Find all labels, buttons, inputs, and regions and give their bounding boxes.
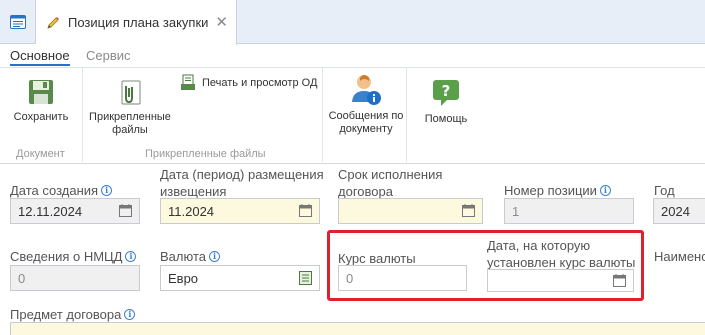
ribbon-tab-main[interactable]: Основное [10, 48, 70, 66]
nmcd-info-value: 0 [18, 270, 26, 286]
info-icon[interactable]: i [125, 251, 137, 262]
help-label: Помощь [424, 113, 468, 125]
svg-text:?: ? [442, 82, 451, 100]
ribbon-separator [82, 68, 83, 162]
help-question-icon: ? [433, 80, 459, 106]
placement-date-label: Дата (период) размещения извещения [160, 167, 324, 199]
info-icon[interactable]: i [209, 251, 220, 262]
ribbon-toolbar: Сохранить Прикрепленные файлы Печать и п… [0, 67, 705, 164]
tab-title: Позиция плана закупки [68, 15, 209, 30]
paperclip-document-icon [121, 80, 141, 105]
list-view-icon [9, 15, 26, 29]
save-button[interactable]: Сохранить [12, 78, 70, 124]
plan-year-value: 2024 [661, 203, 690, 219]
created-date-field[interactable]: 12.11.2024 [10, 198, 140, 224]
position-number-field[interactable]: 1 [504, 198, 634, 224]
save-label: Сохранить [13, 111, 69, 123]
position-number-value: 1 [512, 203, 520, 219]
user-info-icon [352, 75, 381, 105]
calendar-icon[interactable] [119, 204, 132, 217]
floppy-disk-icon [29, 80, 53, 104]
home-button[interactable] [0, 0, 36, 44]
attached-files-button[interactable]: Прикрепленные файлы [86, 78, 174, 137]
group-label-attached-files: Прикрепленные файлы [145, 148, 266, 160]
tab-purchase-plan-position[interactable]: Позиция плана закупки ✕ [36, 0, 237, 45]
ribbon-tab-service[interactable]: Сервис [86, 48, 131, 63]
contract-term-label: Срок исполнения договора [338, 167, 443, 199]
info-icon[interactable]: i [599, 185, 611, 196]
position-number-label: Номер позиции i [504, 182, 611, 199]
help-button[interactable]: ? Помощь [416, 78, 476, 126]
printer-doc-icon [181, 74, 195, 90]
contract-subject-field[interactable] [10, 322, 705, 335]
nmcd-info-field[interactable]: 0 [10, 265, 140, 291]
ribbon-separator [322, 68, 323, 162]
placement-date-field[interactable]: 11.2024 [160, 198, 320, 224]
created-date-value: 12.11.2024 [18, 203, 83, 219]
group-label-document: Документ [16, 148, 65, 160]
created-date-label: Дата создания i [10, 182, 113, 199]
print-preview-label: Печать и просмотр ОД [202, 76, 318, 89]
attached-files-label: Прикрепленные файлы [89, 111, 171, 136]
document-messages-button[interactable]: Сообщения по документу [326, 72, 406, 136]
calendar-icon[interactable] [462, 204, 475, 217]
nmcd-info-label: Сведения о НМЦД i [10, 248, 137, 265]
info-icon[interactable]: i [124, 309, 136, 320]
highlight-frame [327, 230, 644, 301]
currency-select[interactable]: Евро [160, 265, 320, 291]
name-label-partial: Наимено [654, 249, 705, 264]
contract-term-field[interactable] [338, 198, 483, 224]
placement-date-value: 11.2024 [168, 203, 215, 219]
info-icon[interactable]: i [101, 185, 113, 196]
pencil-icon [47, 16, 59, 29]
ribbon-separator [406, 68, 407, 162]
directory-lookup-icon[interactable] [299, 271, 312, 285]
currency-value: Евро [168, 270, 199, 286]
document-tab-bar: Позиция плана закупки ✕ [0, 0, 705, 45]
print-preview-button[interactable]: Печать и просмотр ОД [180, 74, 317, 92]
calendar-icon[interactable] [299, 204, 312, 217]
plan-year-field[interactable]: 2024 [653, 198, 705, 224]
ribbon-tabs: Основное Сервис [0, 45, 705, 67]
currency-label: Валюта i [160, 248, 220, 265]
contract-subject-label: Предмет договора i [10, 306, 136, 323]
document-messages-label: Сообщения по документу [328, 110, 404, 135]
close-tab-icon[interactable]: ✕ [215, 13, 228, 31]
